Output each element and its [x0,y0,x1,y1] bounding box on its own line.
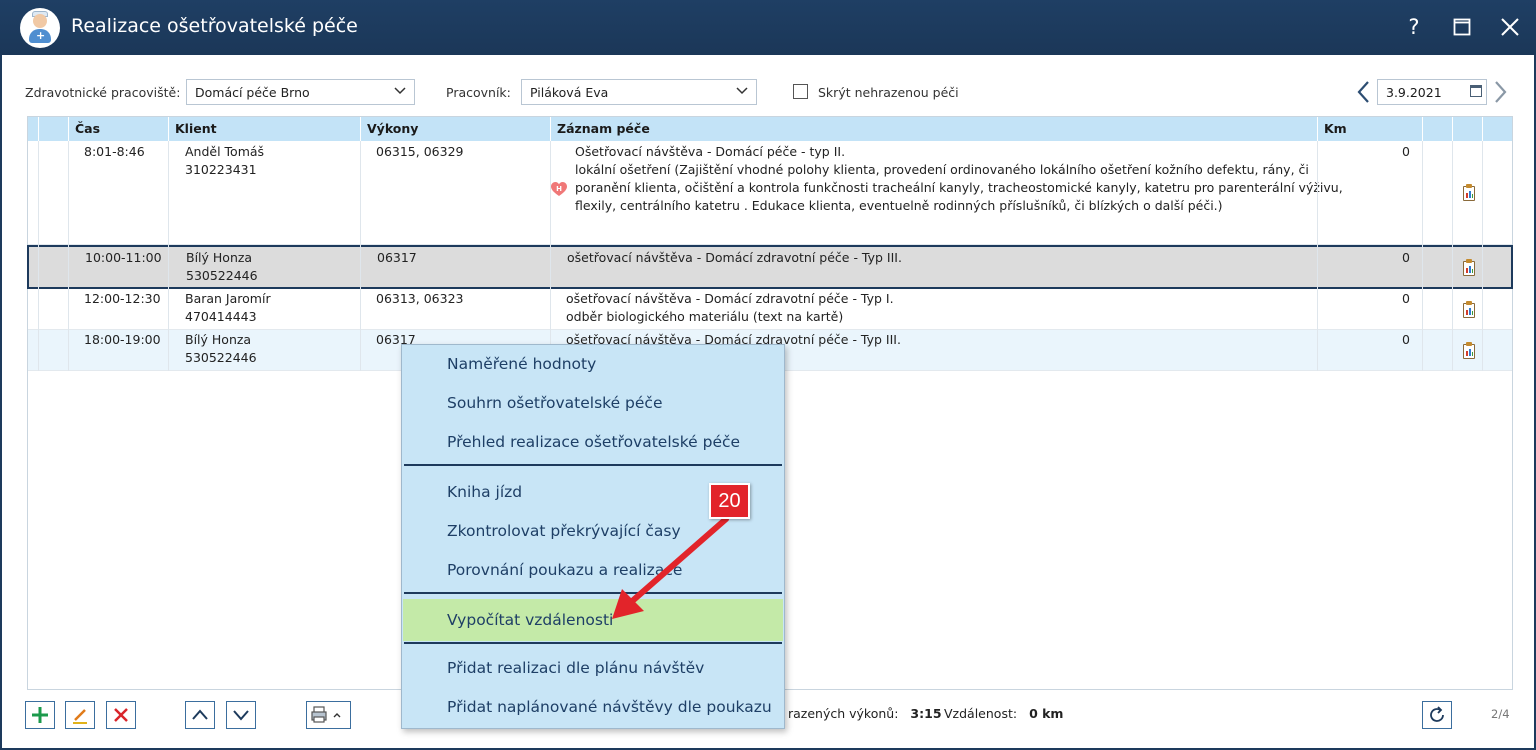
distance-value: 0 km [1029,706,1064,721]
move-up-button[interactable] [185,701,215,729]
column-header-record[interactable]: Záznam péče [550,117,1317,141]
table-row[interactable]: 12:00-12:30 Baran Jaromír 470414443 0631… [28,289,1512,330]
row-record-line: lokální ošetření (Zajištění vhodné poloh… [575,162,1309,177]
table-row[interactable]: 8:01-8:46 Anděl Tomáš 310223431 06315, 0… [28,141,1512,245]
performed-label: razených výkonů: [788,706,899,721]
hide-unreimbursed-label: Skrýt nehrazenou péči [818,85,959,100]
performed-status: razených výkonů: 3:15 [788,706,942,721]
menu-separator [404,464,782,466]
add-button[interactable] [25,701,55,729]
hide-unreimbursed-checkbox[interactable] [793,84,808,99]
worker-select[interactable]: Piláková Eva [521,79,757,105]
row-km: 0 [1402,332,1410,347]
report-icon[interactable] [1463,301,1475,318]
workplace-select[interactable]: Domácí péče Brno [186,79,415,105]
row-time: 10:00-11:00 [85,250,162,265]
row-client-name: Bílý Honza [185,332,252,347]
report-icon[interactable] [1463,259,1475,276]
refresh-button[interactable] [1422,701,1452,729]
worker-label: Pracovník: [446,85,511,100]
row-codes: 06315, 06329 [376,144,464,159]
row-client-id: 470414443 [185,309,257,324]
row-record-line: flexily, centrálního katetru . Edukace k… [575,198,1223,213]
annotation-badge: 20 [709,483,750,519]
column-header-client[interactable]: Klient [168,117,360,141]
row-client-id: 530522446 [185,350,257,365]
row-time: 12:00-12:30 [84,291,161,306]
heart-icon: H [551,182,567,196]
row-record-line: odběr biologického materiálu (text na ka… [566,309,844,324]
worker-value: Piláková Eva [530,85,609,100]
row-client-id: 530522446 [186,268,258,283]
row-time: 8:01-8:46 [84,144,145,159]
calendar-icon[interactable] [1470,85,1482,97]
row-time: 18:00-19:00 [84,332,161,347]
chevron-down-icon [394,87,406,95]
pencil-icon [73,709,87,724]
title-bar: + Realizace ošetřovatelské péče ? [0,0,1536,55]
report-icon[interactable] [1463,342,1475,359]
printer-icon [311,706,341,723]
delete-icon [114,708,128,722]
row-client-name: Baran Jaromír [185,291,271,306]
print-button[interactable] [306,701,351,729]
distance-status: Vzdálenost: 0 km [944,706,1063,721]
menu-item-add-by-voucher[interactable]: Přidat naplánované návštěvy dle poukazu [403,689,783,725]
chevron-up-icon [192,709,208,720]
table-row-selected[interactable]: 10:00-11:00 Bílý Honza 530522446 06317 o… [27,245,1513,289]
date-input[interactable]: 3.9.2021 [1377,79,1487,105]
workplace-value: Domácí péče Brno [195,85,310,100]
row-record-line: ošetřovací návštěva - Domácí zdravotní p… [566,291,894,306]
report-icon[interactable] [1463,184,1475,201]
menu-separator [404,642,782,644]
row-codes: 06313, 06323 [376,291,464,306]
row-record-line: ošetřovací návštěva - Domácí zdravotní p… [567,250,902,265]
row-client-name: Anděl Tomáš [185,144,265,159]
row-km: 0 [1402,291,1410,306]
row-record-line: poranění klienta, očištění a kontrola fu… [575,180,1343,195]
menu-item-measured-values[interactable]: Naměřené hodnoty [403,346,783,382]
distance-label: Vzdálenost: [944,706,1018,721]
next-date-icon[interactable] [1491,79,1509,105]
svg-text:H: H [556,185,562,193]
window-title: Realizace ošetřovatelské péče [71,15,358,37]
column-header-time[interactable]: Čas [68,117,168,141]
performed-value: 3:15 [910,706,942,721]
column-header-km[interactable]: Km [1317,117,1422,141]
move-down-button[interactable] [226,701,256,729]
prev-date-icon[interactable] [1355,79,1373,105]
edit-button[interactable] [65,701,95,729]
date-value: 3.9.2021 [1386,85,1442,100]
column-header-codes[interactable]: Výkony [360,117,550,141]
row-client-id: 310223431 [185,162,257,177]
chevron-down-icon [233,710,249,721]
delete-button[interactable] [106,701,136,729]
row-km: 0 [1402,144,1410,159]
row-codes: 06317 [377,250,417,265]
row-km: 0 [1402,250,1410,265]
help-button[interactable]: ? [1399,12,1429,42]
annotation-arrow [612,516,729,619]
table-header: Čas Klient Výkony Záznam péče Km [28,117,1512,141]
close-icon [1501,18,1519,36]
row-client-name: Bílý Honza [186,250,253,265]
row-record-line: Ošetřovací návštěva - Domácí péče - typ … [575,144,846,159]
app-window: + Realizace ošetřovatelské péče ? Zdravo… [0,0,1536,750]
menu-item-care-overview[interactable]: Přehled realizace ošetřovatelské péče [403,424,783,460]
maximize-button[interactable] [1447,12,1477,42]
workplace-label: Zdravotnické pracoviště: [25,85,181,100]
chevron-down-icon [736,87,748,95]
menu-item-care-summary[interactable]: Souhrn ošetřovatelské péče [403,385,783,421]
plus-icon [32,707,48,723]
close-button[interactable] [1495,12,1525,42]
page-indicator: 2/4 [1491,707,1510,721]
maximize-icon [1453,18,1471,36]
nurse-icon: + [20,8,60,48]
refresh-icon [1430,706,1444,722]
menu-item-add-by-plan[interactable]: Přidat realizaci dle plánu návštěv [403,650,783,686]
